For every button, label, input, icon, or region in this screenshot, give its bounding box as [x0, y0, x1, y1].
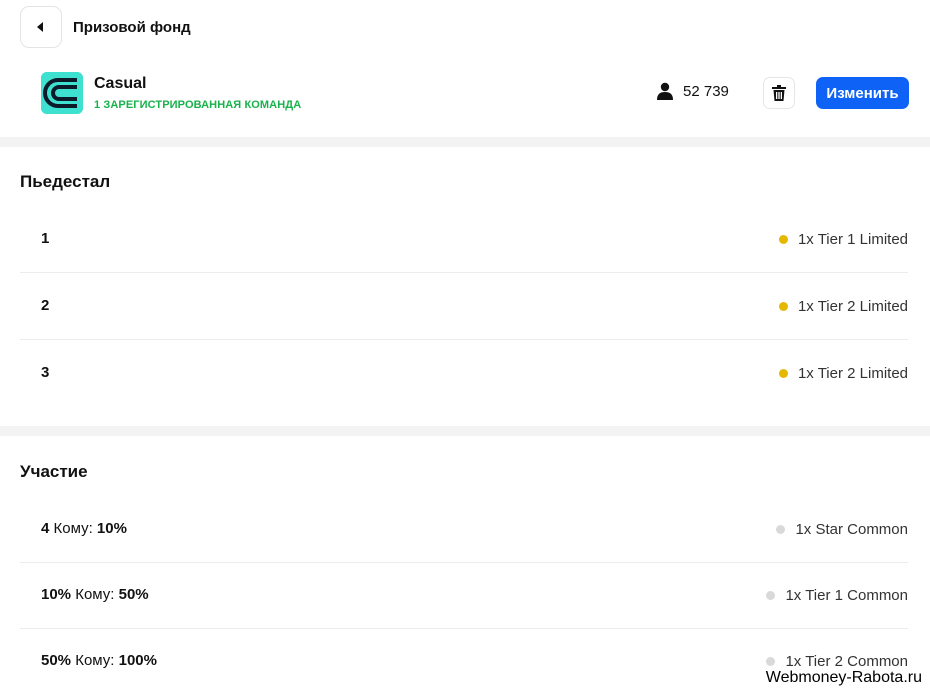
participation-row: 4 Кому: 10% 1x Star Common [20, 496, 908, 563]
podium-rank: 3 [41, 364, 50, 381]
prize-label: 1x Tier 2 Limited [797, 364, 908, 382]
podium-row: 1 1x Tier 1 Limited [20, 206, 908, 273]
top-bar: Призовой фонд [20, 6, 191, 48]
range-to-label: Кому: [75, 652, 115, 669]
podium-row: 3 1x Tier 2 Limited [20, 340, 908, 407]
prize-label: 1x Tier 1 Limited [797, 230, 908, 248]
participation-row: 10% Кому: 50% 1x Tier 1 Common [20, 562, 908, 629]
registered-teams-label: 1 ЗАРЕГИСТРИРОВАННАЯ КОМАНДА [94, 99, 302, 111]
range-to-label: Кому: [75, 586, 115, 603]
back-button[interactable] [20, 6, 62, 48]
page-title: Призовой фонд [73, 18, 191, 36]
range-to: 50% [118, 586, 149, 603]
prize-label: 1x Tier 2 Common [785, 652, 908, 670]
players-counter: 52 739 [656, 82, 729, 100]
range-from: 10% [41, 586, 72, 603]
league-logo [41, 72, 83, 114]
range-from: 50% [41, 652, 72, 669]
players-count: 52 739 [683, 82, 729, 100]
caret-left-icon [37, 22, 43, 32]
podium-rank: 2 [41, 297, 50, 314]
common-dot-icon [776, 524, 786, 534]
league-name: Casual [94, 75, 147, 92]
podium-title: Пьедестал [20, 172, 111, 191]
podium-row: 2 1x Tier 2 Limited [20, 273, 908, 340]
edit-button[interactable]: Изменить [816, 77, 909, 109]
range-to: 10% [96, 520, 127, 537]
limited-dot-icon [778, 368, 788, 378]
range-to: 100% [118, 652, 157, 669]
range-to-label: Кому: [53, 520, 93, 537]
common-dot-icon [766, 590, 776, 600]
section-divider [0, 137, 930, 147]
podium-rank: 1 [41, 230, 50, 247]
user-icon [657, 82, 673, 100]
prize-label: 1x Tier 1 Common [785, 586, 908, 604]
common-dot-icon [766, 656, 776, 666]
prize-label: 1x Tier 2 Limited [797, 297, 908, 315]
section-divider [0, 426, 930, 436]
watermark: Webmoney-Rabota.ru [765, 669, 922, 686]
league-header: Casual 1 ЗАРЕГИСТРИРОВАННАЯ КОМАНДА 52 7… [41, 72, 909, 114]
range-from: 4 [41, 520, 50, 537]
trash-icon [772, 85, 786, 101]
participation-title: Участие [20, 462, 88, 481]
limited-dot-icon [778, 301, 788, 311]
limited-dot-icon [778, 234, 788, 244]
prize-label: 1x Star Common [795, 520, 908, 538]
delete-button[interactable] [763, 77, 795, 109]
